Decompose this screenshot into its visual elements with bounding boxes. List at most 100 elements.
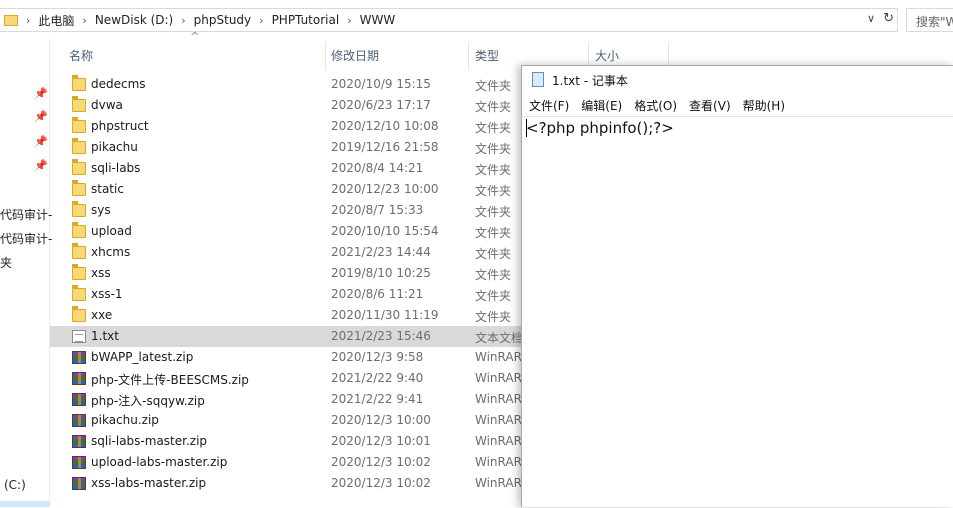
folder-icon — [72, 180, 86, 196]
file-name[interactable]: bWAPP_latest.zip — [91, 350, 193, 364]
nav-item-label[interactable]: 代码审计- — [0, 206, 52, 223]
column-header-date[interactable]: 修改日期 — [331, 38, 379, 70]
nav-item-selected[interactable] — [0, 501, 50, 507]
file-date: 2020/12/3 10:02 — [331, 476, 431, 490]
folder-icon — [72, 96, 86, 112]
file-type: 文本文档 — [475, 331, 524, 345]
notepad-menu-bar: 文件(F) 编辑(E) 格式(O) 查看(V) 帮助(H) — [522, 95, 953, 117]
menu-format[interactable]: 格式(O) — [634, 95, 677, 117]
chevron-right-icon[interactable]: › — [347, 14, 351, 27]
notepad-window[interactable]: 1.txt - 记事本 文件(F) 编辑(E) 格式(O) 查看(V) 帮助(H… — [521, 65, 953, 507]
folder-icon — [72, 264, 86, 280]
winrar-archive-icon — [72, 351, 86, 364]
file-type: 文件夹 — [475, 226, 512, 240]
folder-icon — [72, 306, 86, 322]
file-name[interactable]: sqli-labs — [91, 161, 140, 175]
file-name[interactable]: sys — [91, 203, 111, 217]
winrar-archive-icon — [72, 456, 86, 469]
column-divider[interactable] — [325, 42, 326, 70]
file-name[interactable]: xxe — [91, 308, 112, 322]
nav-item-label[interactable]: 夹 — [0, 254, 12, 271]
breadcrumb-phpstudy[interactable]: phpStudy — [194, 13, 252, 27]
file-name[interactable]: dvwa — [91, 98, 123, 112]
file-type: WinRAR — [475, 413, 522, 427]
file-type: 文件夹 — [475, 163, 512, 177]
history-dropdown-icon[interactable]: ∨ — [867, 12, 875, 25]
column-divider[interactable] — [468, 42, 469, 70]
file-name[interactable]: dedecms — [91, 77, 146, 91]
pin-icon[interactable]: 📌 — [34, 135, 48, 148]
file-type: 文件夹 — [475, 142, 512, 156]
file-date: 2020/10/9 15:15 — [331, 77, 431, 91]
file-name[interactable]: pikachu.zip — [91, 413, 159, 427]
breadcrumb-phptutorial[interactable]: PHPTutorial — [272, 13, 340, 27]
file-name[interactable]: upload-labs-master.zip — [91, 455, 227, 469]
chevron-right-icon[interactable]: › — [259, 14, 263, 27]
winrar-archive-icon — [72, 435, 86, 448]
file-type: 文件夹 — [475, 247, 512, 261]
file-date: 2020/10/10 15:54 — [331, 224, 439, 238]
folder-icon — [72, 201, 86, 217]
folder-icon — [72, 117, 86, 133]
file-date: 2020/8/7 15:33 — [331, 203, 424, 217]
pin-icon[interactable]: 📌 — [34, 110, 48, 123]
folder-icon — [72, 243, 86, 259]
file-date: 2020/12/3 10:01 — [331, 434, 431, 448]
file-type: WinRAR — [475, 476, 522, 490]
column-header-type[interactable]: 类型 — [475, 38, 499, 70]
refresh-icon[interactable]: ↻ — [883, 11, 894, 26]
file-type: 文件夹 — [475, 205, 512, 219]
nav-item-drive-c[interactable]: (C:) — [4, 478, 26, 492]
file-name[interactable]: phpstruct — [91, 119, 149, 133]
file-type: WinRAR — [475, 371, 522, 385]
file-name[interactable]: xss-labs-master.zip — [91, 476, 206, 490]
pin-icon[interactable]: 📌 — [34, 159, 48, 172]
file-type: 文件夹 — [475, 100, 512, 114]
search-input[interactable]: 搜索"WWW" — [906, 8, 953, 32]
pin-icon[interactable]: 📌 — [34, 87, 48, 100]
folder-icon — [4, 14, 18, 26]
menu-edit[interactable]: 编辑(E) — [581, 95, 622, 117]
notepad-title-bar[interactable]: 1.txt - 记事本 — [522, 66, 953, 94]
file-name[interactable]: php-注入-sqqyw.zip — [91, 392, 205, 409]
file-name[interactable]: pikachu — [91, 140, 138, 154]
text-file-icon — [72, 330, 86, 343]
chevron-right-icon[interactable]: › — [82, 14, 86, 27]
file-type: 文件夹 — [475, 79, 512, 93]
breadcrumb-newdisk[interactable]: NewDisk (D:) — [95, 13, 173, 27]
file-name[interactable]: xss — [91, 266, 111, 280]
folder-icon — [72, 138, 86, 154]
file-date: 2021/2/23 15:46 — [331, 329, 431, 343]
file-type: 文件夹 — [475, 289, 512, 303]
folder-icon — [72, 285, 86, 301]
file-name[interactable]: upload — [91, 224, 132, 238]
file-name[interactable]: php-文件上传-BEESCMS.zip — [91, 371, 249, 388]
file-type: 文件夹 — [475, 121, 512, 135]
address-bar[interactable]: › 此电脑 › NewDisk (D:) › phpStudy › PHPTut… — [0, 8, 898, 32]
notepad-text-area[interactable]: <?php phpinfo();?> — [522, 116, 953, 508]
file-date: 2020/12/23 10:00 — [331, 182, 439, 196]
winrar-archive-icon — [72, 477, 86, 490]
file-type: 文件夹 — [475, 184, 512, 198]
breadcrumb-www[interactable]: WWW — [360, 13, 396, 27]
file-name[interactable]: xhcms — [91, 245, 130, 259]
file-date: 2020/12/3 10:00 — [331, 413, 431, 427]
file-date: 2021/2/22 9:40 — [331, 371, 424, 385]
file-type: WinRAR — [475, 350, 522, 364]
chevron-right-icon[interactable]: › — [181, 14, 185, 27]
file-name[interactable]: static — [91, 182, 124, 196]
file-date: 2019/8/10 10:25 — [331, 266, 431, 280]
sort-ascending-icon: ^ — [190, 30, 200, 43]
file-date: 2021/2/23 14:44 — [331, 245, 431, 259]
address-bar-area: › 此电脑 › NewDisk (D:) › phpStudy › PHPTut… — [0, 0, 953, 38]
menu-help[interactable]: 帮助(H) — [743, 95, 785, 117]
breadcrumb-this-pc[interactable]: 此电脑 — [38, 12, 74, 29]
column-header-name[interactable]: 名称 — [69, 38, 93, 70]
file-name[interactable]: sqli-labs-master.zip — [91, 434, 207, 448]
menu-file[interactable]: 文件(F) — [529, 95, 569, 117]
nav-item-label[interactable]: 代码审计- — [0, 230, 52, 247]
menu-view[interactable]: 查看(V) — [689, 95, 731, 117]
file-type: 文件夹 — [475, 268, 512, 282]
file-name[interactable]: 1.txt — [91, 329, 119, 343]
file-name[interactable]: xss-1 — [91, 287, 123, 301]
